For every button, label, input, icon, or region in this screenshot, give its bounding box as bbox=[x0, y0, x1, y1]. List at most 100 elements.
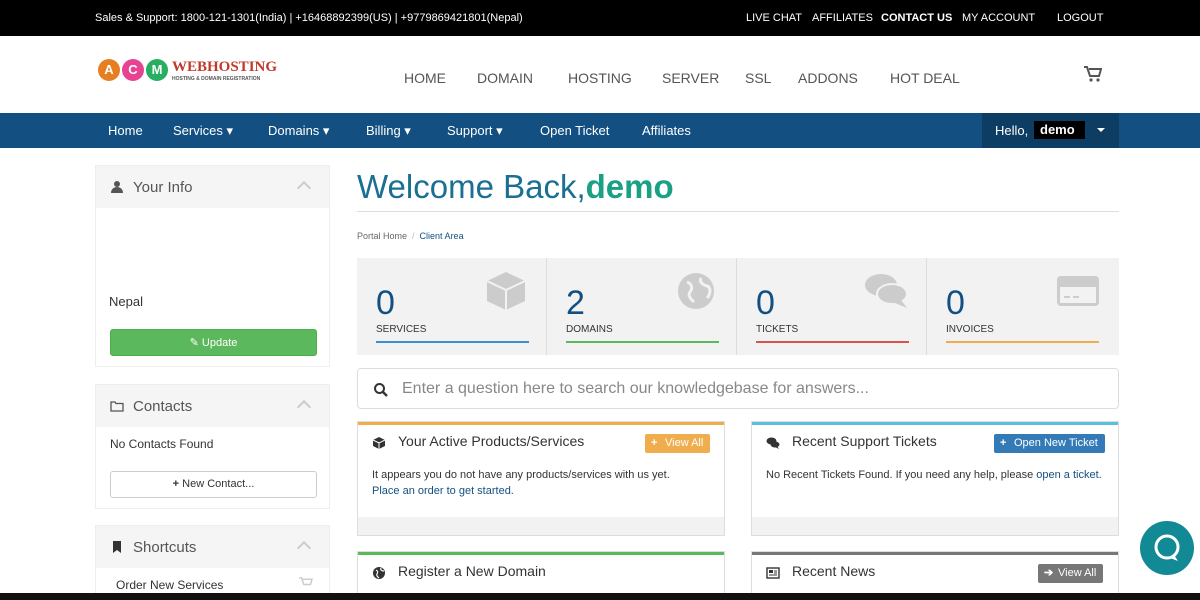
nav-hot-deal[interactable]: HOT DEAL bbox=[890, 70, 960, 86]
logo-circle: C bbox=[122, 59, 144, 81]
stat-tickets[interactable]: 0 TICKETS bbox=[737, 258, 927, 355]
nav-home[interactable]: HOME bbox=[404, 70, 446, 86]
cart-icon bbox=[299, 577, 313, 586]
client-nav-billing[interactable]: Billing ▾ bbox=[366, 123, 411, 139]
stat-count: 0 bbox=[756, 284, 775, 322]
new-contact-button[interactable]: + New Contact... bbox=[110, 471, 317, 498]
card-text: No Recent Tickets Found. If you need any… bbox=[766, 469, 1034, 481]
place-order-link[interactable]: Place an order to get started. bbox=[372, 485, 514, 497]
breadcrumb-home[interactable]: Portal Home bbox=[357, 231, 407, 241]
cart-icon[interactable] bbox=[1084, 66, 1102, 82]
open-new-ticket-button[interactable]: + Open New Ticket bbox=[994, 434, 1105, 453]
shortcut-order-services[interactable]: Order New Services bbox=[116, 578, 223, 592]
stat-domains[interactable]: 2 DOMAINS bbox=[547, 258, 737, 355]
live-chat-bubble[interactable] bbox=[1140, 521, 1194, 575]
stat-label: SERVICES bbox=[376, 324, 427, 335]
card-title: Register a New Domain bbox=[398, 563, 546, 579]
stat-label: DOMAINS bbox=[566, 324, 613, 335]
card-title: Your Active Products/Services bbox=[398, 433, 585, 449]
globe-icon bbox=[678, 273, 714, 309]
stat-label: TICKETS bbox=[756, 324, 799, 335]
knowledgebase-search-input[interactable] bbox=[402, 377, 1102, 401]
view-all-services-button[interactable]: + View All bbox=[645, 434, 711, 453]
chevron-up-icon[interactable] bbox=[296, 540, 312, 556]
chevron-down-icon bbox=[1097, 128, 1105, 132]
card-header: Your Active Products/Services + View All bbox=[358, 425, 724, 462]
client-nav-services[interactable]: Services ▾ bbox=[173, 123, 233, 139]
card-body: No Recent Tickets Found. If you need any… bbox=[766, 467, 1106, 483]
username: demo bbox=[1034, 121, 1085, 139]
nav-server[interactable]: SERVER bbox=[662, 70, 719, 86]
card-footer bbox=[752, 517, 1118, 535]
card-title: Recent News bbox=[792, 563, 876, 579]
card-header: Register a New Domain bbox=[358, 555, 724, 592]
stat-bar bbox=[756, 341, 909, 343]
update-button[interactable]: ✎ Update bbox=[110, 329, 317, 356]
contact-us-link[interactable]: CONTACT US bbox=[881, 12, 952, 24]
contacts-panel: Contacts No Contacts Found + New Contact… bbox=[95, 384, 330, 509]
client-nav-domains[interactable]: Domains ▾ bbox=[268, 123, 329, 139]
card-body: It appears you do not have any products/… bbox=[372, 467, 712, 499]
user-menu[interactable]: Hello, demo bbox=[982, 113, 1119, 148]
nav-hosting[interactable]: HOSTING bbox=[568, 70, 632, 86]
logout-link[interactable]: LOGOUT bbox=[1057, 12, 1103, 24]
nav-ssl[interactable]: SSL bbox=[745, 70, 771, 86]
welcome-username: demo bbox=[585, 168, 674, 205]
chevron-up-icon[interactable] bbox=[296, 180, 312, 196]
button-label: View All bbox=[665, 437, 704, 449]
affiliates-top-link[interactable]: AFFILIATES bbox=[812, 12, 873, 24]
card-header: Recent Support Tickets + Open New Ticket bbox=[752, 425, 1118, 462]
search-icon bbox=[374, 383, 388, 397]
folder-icon bbox=[110, 401, 124, 412]
panel-header[interactable]: Shortcuts bbox=[96, 526, 329, 568]
newspaper-icon bbox=[766, 567, 780, 579]
stat-bar bbox=[946, 341, 1099, 343]
client-nav-home[interactable]: Home bbox=[108, 123, 143, 138]
panel-title: Shortcuts bbox=[133, 539, 197, 556]
info-country: Nepal bbox=[109, 294, 143, 309]
view-all-news-button[interactable]: ➔ View All bbox=[1038, 564, 1104, 583]
my-account-link[interactable]: MY ACCOUNT bbox=[962, 12, 1035, 24]
logo-circle: M bbox=[146, 59, 168, 81]
logo-circle: A bbox=[98, 59, 120, 81]
stat-count: 0 bbox=[376, 284, 395, 322]
top-contact-bar: Sales & Support: 1800-121-1301(India) | … bbox=[0, 0, 1200, 36]
button-label: View All bbox=[1058, 567, 1097, 579]
welcome-prefix: Welcome Back, bbox=[357, 168, 586, 205]
stat-count: 0 bbox=[946, 284, 965, 322]
client-nav-label: Support bbox=[447, 123, 493, 138]
stat-invoices[interactable]: 0 INVOICES bbox=[927, 258, 1119, 355]
nav-domain[interactable]: DOMAIN bbox=[477, 70, 533, 86]
stat-count: 2 bbox=[566, 284, 585, 322]
cube-icon bbox=[372, 437, 386, 449]
panel-header[interactable]: Your Info bbox=[96, 166, 329, 208]
chevron-up-icon[interactable] bbox=[296, 399, 312, 415]
active-products-card: Your Active Products/Services + View All … bbox=[357, 421, 725, 536]
breadcrumb-separator: / bbox=[412, 231, 415, 241]
logo-brand-text: WEBHOSTING bbox=[172, 59, 278, 75]
client-nav-label: Services bbox=[173, 123, 223, 138]
client-nav-open-ticket[interactable]: Open Ticket bbox=[540, 123, 609, 138]
panel-title: Contacts bbox=[133, 398, 193, 415]
arrow-right-icon: ➔ bbox=[1044, 567, 1054, 579]
panel-title: Your Info bbox=[133, 179, 193, 196]
client-nav-affiliates[interactable]: Affiliates bbox=[642, 123, 691, 138]
open-ticket-link[interactable]: open a ticket. bbox=[1036, 469, 1101, 481]
recent-tickets-card: Recent Support Tickets + Open New Ticket … bbox=[751, 421, 1119, 536]
button-label: Open New Ticket bbox=[1014, 437, 1098, 449]
globe-icon bbox=[373, 567, 385, 579]
client-nav-support[interactable]: Support ▾ bbox=[447, 123, 503, 139]
button-label: New Contact... bbox=[182, 478, 255, 490]
comments-icon bbox=[766, 437, 780, 449]
client-nav-label: Domains bbox=[268, 123, 320, 138]
chat-icon bbox=[1154, 534, 1180, 561]
divider bbox=[357, 211, 1119, 212]
site-logo[interactable]: A C M WEBHOSTING HOSTING & DOMAIN REGIST… bbox=[98, 57, 298, 89]
comments-icon bbox=[865, 274, 908, 308]
bookmark-icon bbox=[113, 541, 121, 553]
nav-addons[interactable]: ADDONS bbox=[798, 70, 858, 86]
live-chat-link[interactable]: LIVE CHAT bbox=[746, 12, 802, 24]
panel-header[interactable]: Contacts bbox=[96, 385, 329, 427]
stat-services[interactable]: 0 SERVICES bbox=[357, 258, 547, 355]
button-label: Update bbox=[201, 337, 238, 349]
